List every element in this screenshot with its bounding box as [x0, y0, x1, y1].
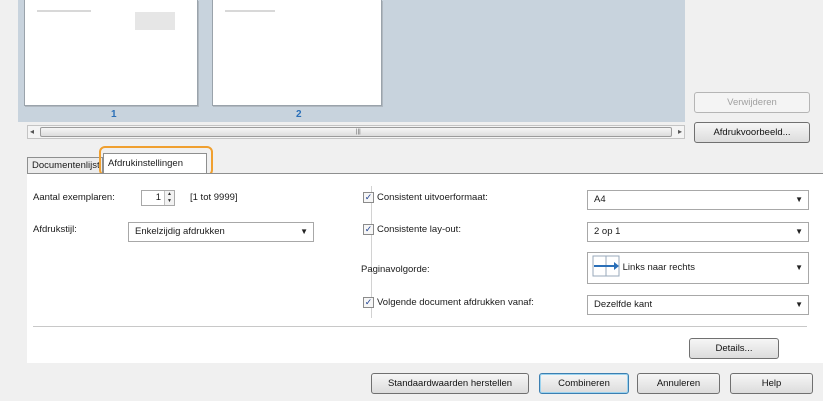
print-combine-dialog: 1 2 ◂ ||| ▸ Verwijderen Afdrukvoorbeeld.…	[0, 0, 823, 401]
copies-range: [1 tot 9999]	[190, 192, 238, 203]
scrollbar-thumb[interactable]: |||	[40, 127, 672, 137]
page-number-1: 1	[111, 109, 117, 120]
copies-label: Aantal exemplaren:	[33, 192, 115, 203]
cancel-button[interactable]: Annuleren	[637, 373, 720, 394]
help-button[interactable]: Help	[730, 373, 813, 394]
restore-defaults-button[interactable]: Standaardwaarden herstellen	[371, 373, 529, 394]
checkmark-icon: ✓	[364, 192, 373, 202]
print-settings-panel: Aantal exemplaren: 1 ▲ ▼ [1 tot 9999] Afd…	[27, 173, 823, 363]
chevron-down-icon: ▼	[795, 263, 803, 272]
scroll-left-icon[interactable]: ◂	[30, 126, 34, 138]
page-order-select[interactable]: Links naar rechts ▼	[587, 252, 809, 284]
chevron-down-icon: ▼	[300, 227, 308, 236]
tab-strip: Documentenlijst Afdrukinstellingen	[27, 146, 823, 176]
checkmark-icon: ✓	[364, 224, 373, 234]
print-style-label: Afdrukstijl:	[33, 224, 77, 235]
page-preview-area: 1 2	[18, 0, 685, 122]
chevron-down-icon: ▼	[795, 227, 803, 236]
next-document-value: Dezelfde kant	[594, 299, 653, 310]
print-style-value: Enkelzijdig afdrukken	[135, 226, 225, 237]
consistent-format-checkbox[interactable]: ✓	[363, 192, 374, 203]
stepper-arrows-icon[interactable]: ▲ ▼	[164, 191, 174, 205]
preview-page-1[interactable]	[24, 0, 198, 106]
page-order-label: Paginavolgorde:	[361, 264, 430, 275]
next-document-select[interactable]: Dezelfde kant ▼	[587, 295, 809, 315]
tab-highlight-marker	[99, 146, 213, 176]
page-number-2: 2	[296, 109, 302, 120]
scroll-right-icon[interactable]: ▸	[678, 126, 682, 138]
consistent-format-label: Consistent uitvoerformaat:	[377, 192, 488, 203]
consistent-layout-label: Consistente lay-out:	[377, 224, 461, 235]
chevron-down-icon: ▼	[795, 300, 803, 309]
details-button[interactable]: Details...	[689, 338, 779, 359]
preview-page-2[interactable]	[212, 0, 382, 106]
layout-value: 2 op 1	[594, 226, 621, 237]
checkmark-icon: ✓	[364, 297, 373, 307]
next-document-checkbox[interactable]: ✓	[363, 297, 374, 308]
tab-document-list[interactable]: Documentenlijst	[27, 157, 103, 174]
copies-value: 1	[155, 192, 161, 203]
preview-horizontal-scrollbar[interactable]: ◂ ||| ▸	[27, 125, 685, 139]
chevron-down-icon: ▼	[795, 195, 803, 204]
left-to-right-icon	[592, 253, 620, 279]
consistent-layout-checkbox[interactable]: ✓	[363, 224, 374, 235]
print-style-select[interactable]: Enkelzijdig afdrukken ▼	[128, 222, 314, 242]
remove-button[interactable]: Verwijderen	[694, 92, 810, 113]
combine-button[interactable]: Combineren	[539, 373, 629, 394]
panel-separator	[33, 326, 807, 327]
print-preview-button[interactable]: Afdrukvoorbeeld...	[694, 122, 810, 143]
output-format-select[interactable]: A4 ▼	[587, 190, 809, 210]
output-format-value: A4	[594, 194, 606, 205]
copies-stepper[interactable]: 1 ▲ ▼	[141, 190, 175, 206]
layout-select[interactable]: 2 op 1 ▼	[587, 222, 809, 242]
next-document-label: Volgende document afdrukken vanaf:	[377, 297, 534, 308]
grip-icon: |||	[356, 129, 361, 135]
page-order-value: Links naar rechts	[622, 262, 695, 273]
